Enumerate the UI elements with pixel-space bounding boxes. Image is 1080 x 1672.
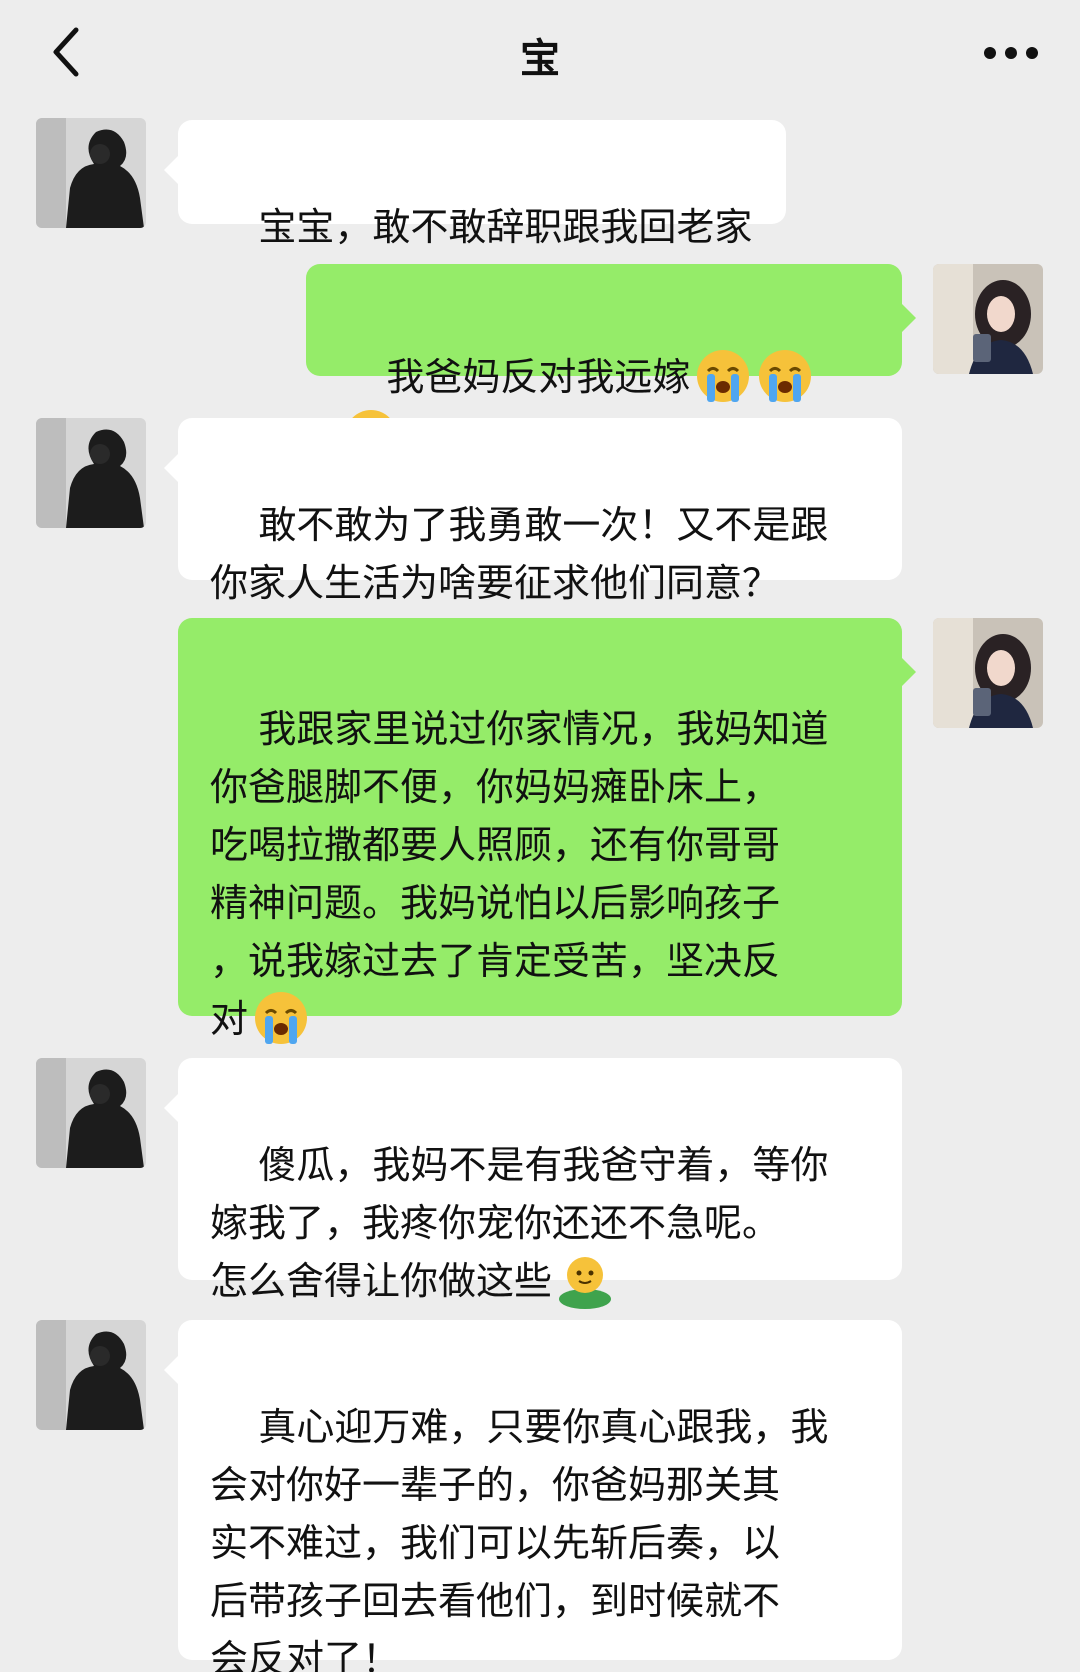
contact-avatar[interactable] <box>36 1058 146 1168</box>
smiley-hug-icon <box>559 1256 612 1309</box>
message-text: 敢不敢为了我勇敢一次！又不是跟 你家人生活为啥要征求他们同意？ <box>210 503 829 605</box>
hooded-person-avatar-icon <box>36 118 146 228</box>
contact-avatar[interactable] <box>36 1320 146 1430</box>
my-avatar[interactable] <box>933 618 1043 728</box>
my-avatar[interactable] <box>933 264 1043 374</box>
hooded-person-avatar-icon <box>36 418 146 528</box>
hooded-person-avatar-icon <box>36 1320 146 1430</box>
hooded-person-avatar-icon <box>36 1058 146 1168</box>
girl-avatar-icon <box>933 264 1043 374</box>
crying-face-icon <box>255 991 308 1044</box>
more-button[interactable] <box>976 30 1046 76</box>
message-bubble-incoming[interactable]: 真心迎万难，只要你真心跟我，我 会对你好一辈子的，你爸妈那关其 实不难过，我们可… <box>164 1320 902 1672</box>
chat-title: 宝 <box>520 36 560 82</box>
crying-face-icon <box>697 349 750 402</box>
chat-header: 宝 <box>0 0 1080 112</box>
chat-screen: 宝 宝宝，敢不敢辞职跟我回老家 我爸妈反对我远嫁 敢不敢为了我勇敢一次！又不是跟… <box>0 0 1080 1672</box>
message-bubble-incoming[interactable]: 敢不敢为了我勇敢一次！又不是跟 你家人生活为啥要征求他们同意？ <box>164 418 902 605</box>
message-bubble-outgoing[interactable]: 我爸妈反对我远嫁 <box>306 264 916 462</box>
crying-face-icon <box>759 349 812 402</box>
message-text: 宝宝，敢不敢辞职跟我回老家 <box>258 205 753 249</box>
message-text: 傻瓜，我妈不是有我爸守着，等你 嫁我了，我疼你宠你还还不急呢。 怎么舍得让你做这… <box>210 1143 829 1303</box>
message-bubble-outgoing[interactable]: 我跟家里说过你家情况，我妈知道 你爸腿脚不便，你妈妈瘫卧床上， 吃喝拉撒都要人照… <box>178 618 916 1044</box>
message-bubble-incoming[interactable]: 傻瓜，我妈不是有我爸守着，等你 嫁我了，我疼你宠你还还不急呢。 怎么舍得让你做这… <box>164 1058 902 1309</box>
contact-avatar[interactable] <box>36 418 146 528</box>
message-bubble-incoming[interactable]: 宝宝，敢不敢辞职跟我回老家 <box>164 120 786 249</box>
contact-avatar[interactable] <box>36 118 146 228</box>
message-text: 我爸妈反对我远嫁 <box>386 355 691 399</box>
more-dots-icon <box>984 47 1038 59</box>
message-text: 真心迎万难，只要你真心跟我，我 会对你好一辈子的，你爸妈那关其 实不难过，我们可… <box>210 1405 829 1672</box>
girl-avatar-icon <box>933 618 1043 728</box>
